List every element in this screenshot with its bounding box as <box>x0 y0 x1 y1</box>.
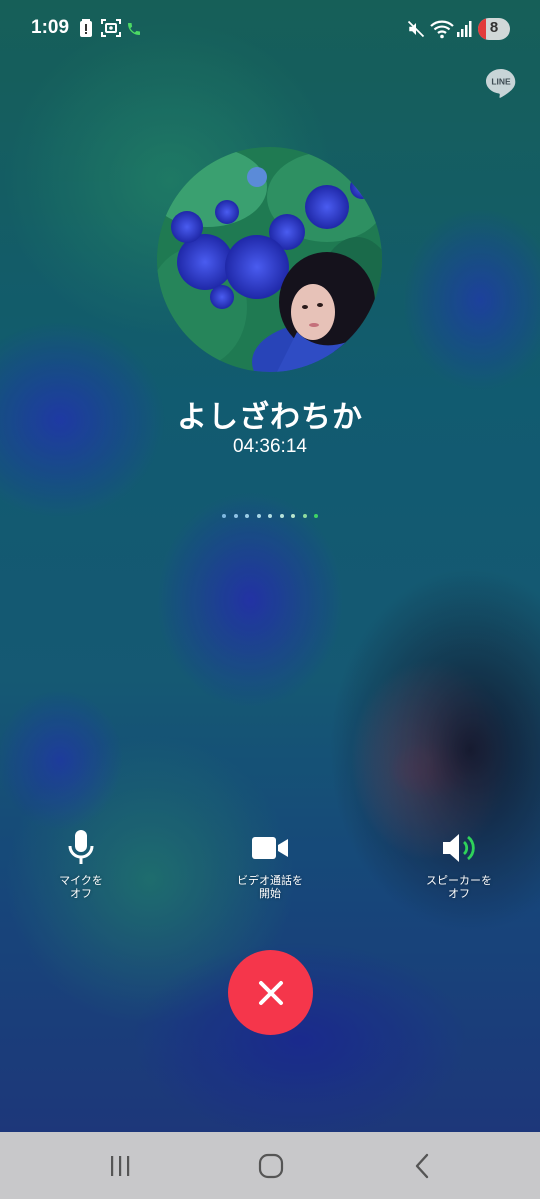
speaker-off-label: スピーカーを オフ <box>426 874 492 900</box>
battery-indicator: 8 <box>478 18 510 40</box>
start-video-label: ビデオ通話を 開始 <box>237 874 303 900</box>
battery-alert-icon <box>80 19 92 37</box>
connection-indicator <box>222 514 322 520</box>
phone-call-icon <box>128 23 140 35</box>
recent-apps-icon <box>111 1156 130 1176</box>
caller-avatar <box>157 147 382 372</box>
back-icon <box>415 1153 429 1179</box>
start-video-button[interactable]: ビデオ通話を 開始 <box>200 828 340 900</box>
signal-icon <box>457 21 472 37</box>
home-button[interactable] <box>246 1146 296 1186</box>
screen-capture-icon <box>101 19 121 37</box>
status-bar: 1:09 8 <box>0 0 540 58</box>
line-badge-text: LINE <box>491 77 511 87</box>
home-icon <box>258 1153 284 1179</box>
close-icon <box>258 980 283 1005</box>
mic-off-button[interactable]: マイクを オフ <box>11 828 151 900</box>
back-button[interactable] <box>398 1146 448 1186</box>
caller-name: よしざわちか <box>177 400 363 435</box>
video-camera-icon <box>252 837 288 859</box>
call-duration: 04:36:14 <box>233 436 307 457</box>
status-time: 1:09 <box>31 17 70 38</box>
mute-icon <box>407 20 425 38</box>
system-nav-bar <box>0 1132 540 1199</box>
line-logo-icon: LINE <box>486 69 516 98</box>
speaker-icon <box>443 834 475 862</box>
recent-apps-button[interactable] <box>95 1146 145 1186</box>
wifi-icon <box>430 20 454 39</box>
speaker-off-button[interactable]: スピーカーを オフ <box>389 828 529 900</box>
battery-level: 8 <box>489 19 499 36</box>
end-call-button[interactable] <box>228 950 313 1035</box>
mic-off-label: マイクを オフ <box>59 874 103 900</box>
microphone-icon <box>68 830 94 864</box>
